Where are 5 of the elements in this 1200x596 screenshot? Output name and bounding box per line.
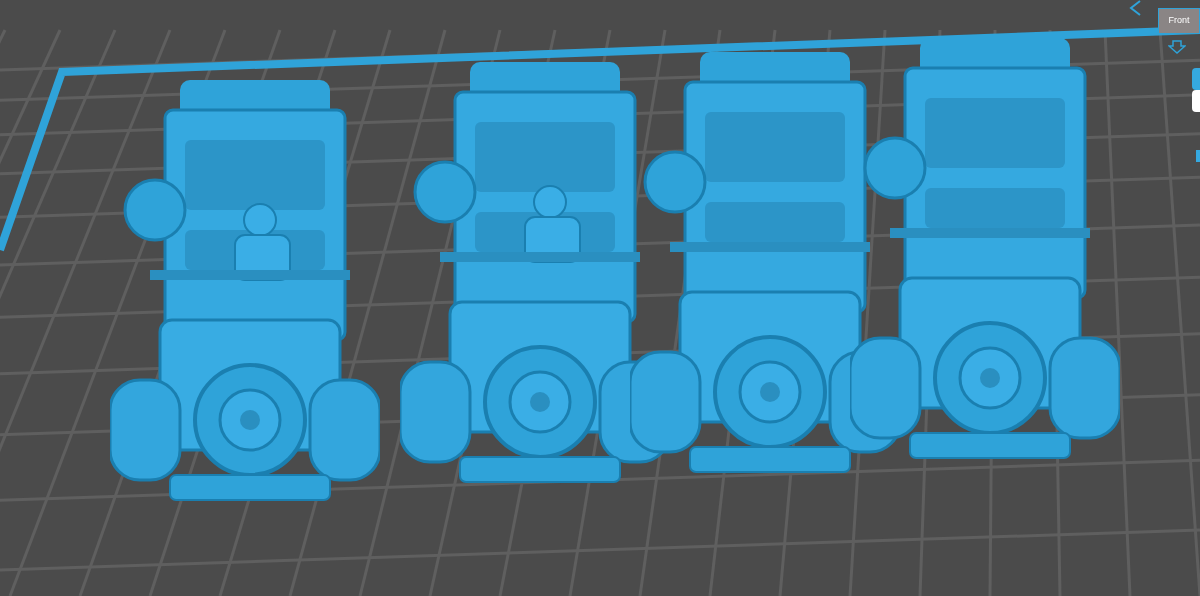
view-cube-label: Front [1168,14,1190,28]
side-tab[interactable] [1192,90,1200,112]
side-tab[interactable] [1192,68,1200,90]
view-cube[interactable]: Front [1158,8,1200,34]
down-arrow-icon[interactable] [1168,40,1186,54]
